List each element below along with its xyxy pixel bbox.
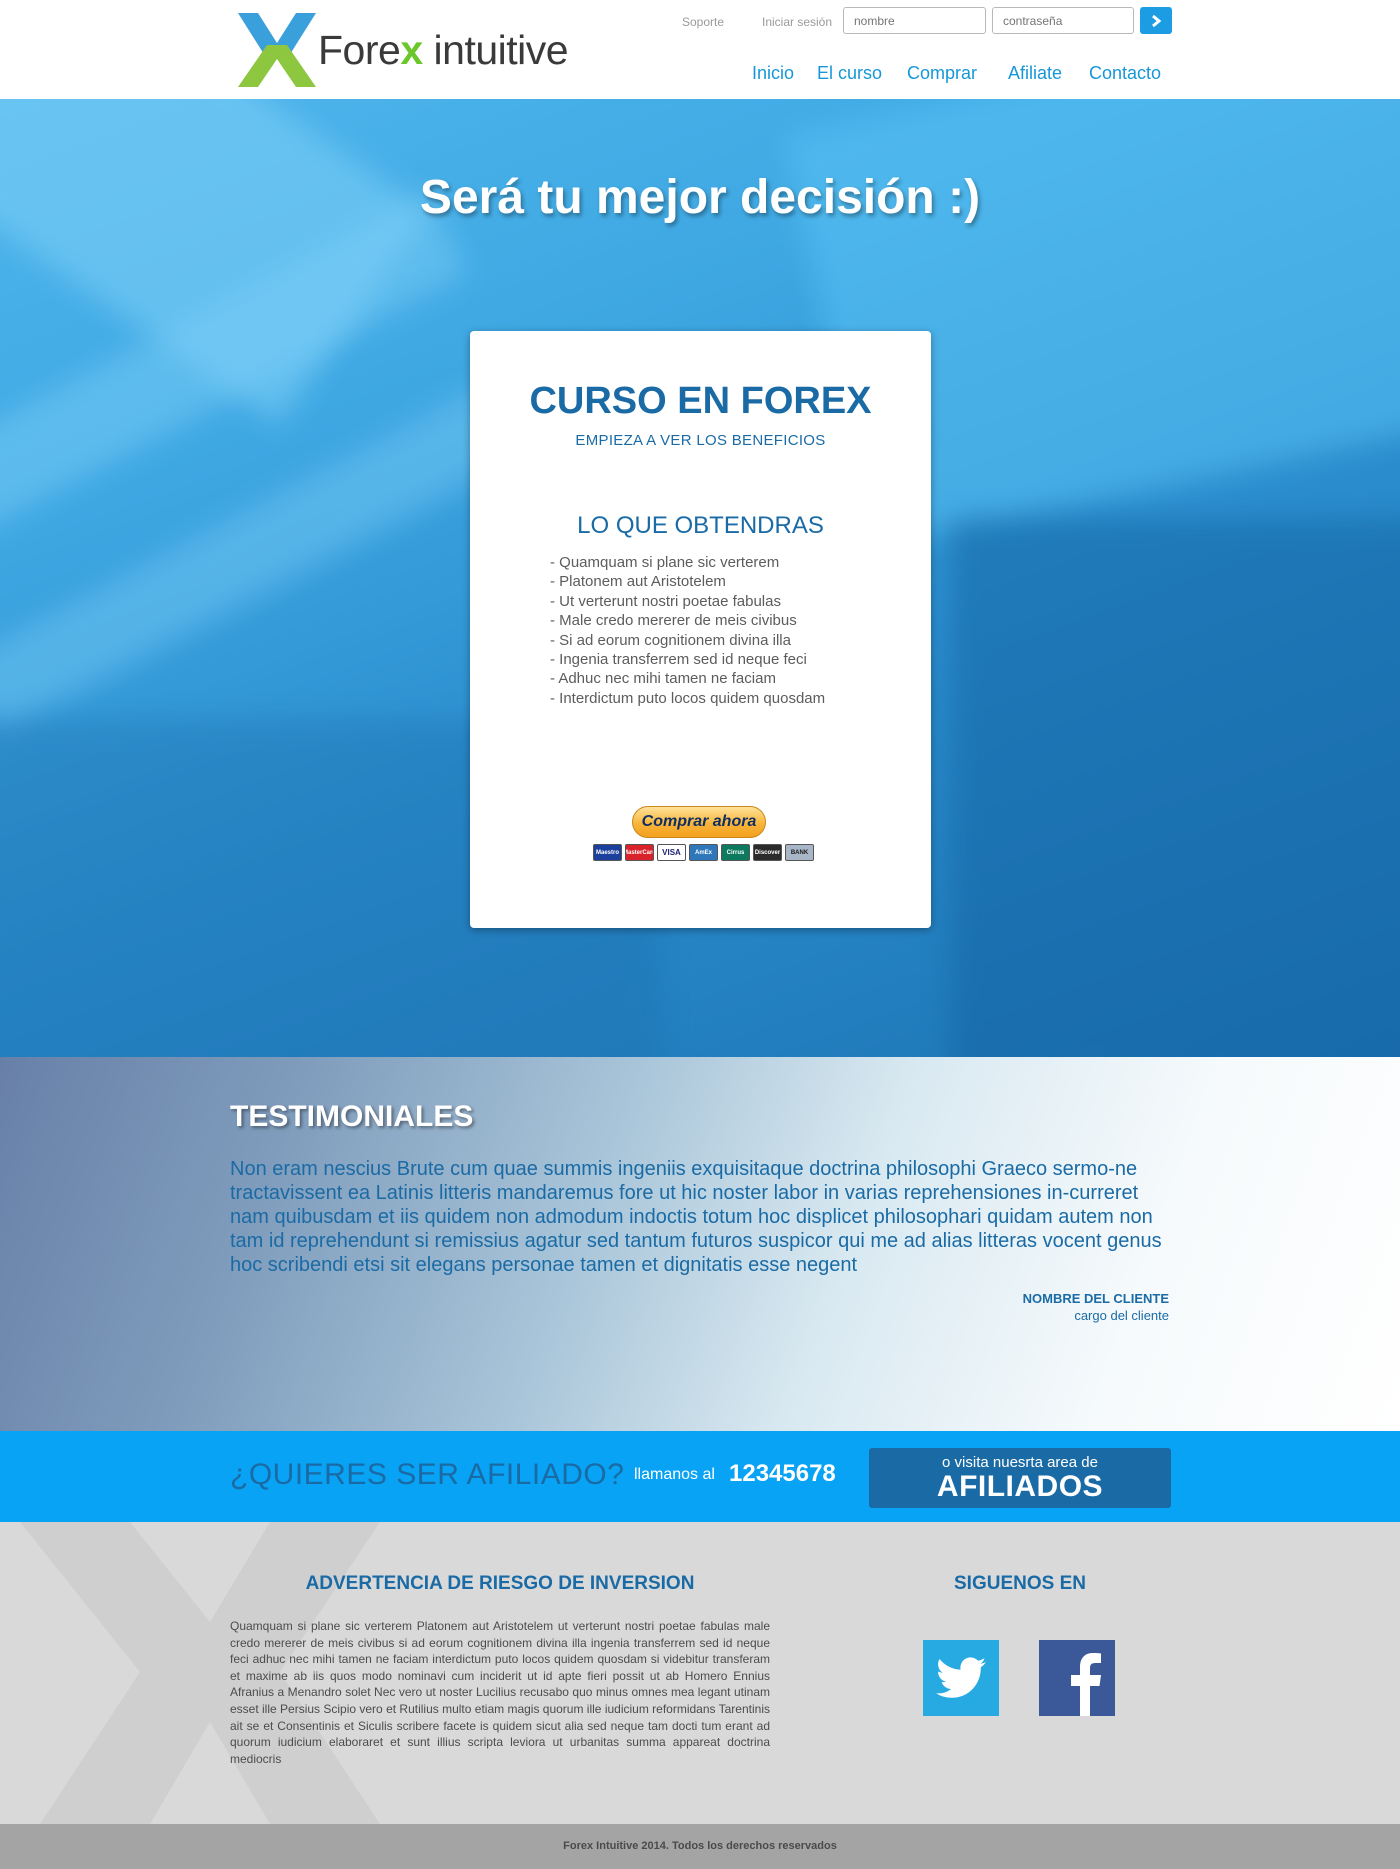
cirrus-card-icon: Cirrus: [721, 844, 750, 861]
list-item: - Quamquam si plane sic verterem: [550, 554, 780, 571]
twitter-link[interactable]: [923, 1640, 999, 1716]
login-label: Iniciar sesión: [762, 15, 833, 29]
affiliate-question: ¿QUIERES SER AFILIADO?: [230, 1458, 625, 1491]
benefits-list: - Quamquam si plane sic verterem - Plato…: [550, 553, 825, 708]
testimonial-text: Non eram nescius Brute cum quae summis i…: [230, 1158, 1162, 1276]
list-item: - Ut verterunt nostri poetae fabulas: [550, 592, 781, 610]
benefits-title: LO QUE OBTENDRAS: [577, 512, 824, 539]
list-item: - Ingenia transferrem sed id neque feci: [550, 651, 807, 669]
bank-card-icon: BANK: [785, 844, 814, 861]
nav-inicio[interactable]: Inicio: [752, 61, 794, 85]
mastercard-card-icon: MasterCard: [625, 844, 654, 861]
site-footer: ADVERTENCIA DE RIESGO DE INVERSION Quamq…: [0, 1522, 1400, 1824]
risk-warning-text: Quamquam si plane sic verterem Platonem …: [230, 1619, 770, 1766]
card-title: CURSO EN FOREX: [529, 380, 872, 422]
follow-us-title: SIGUENOS EN: [954, 1573, 1086, 1594]
affiliate-banner: ¿QUIERES SER AFILIADO? llamanos al 12345…: [0, 1431, 1400, 1522]
course-card: CURSO EN FOREX EMPIEZA A VER LOS BENEFIC…: [470, 331, 931, 928]
visa-card-icon: VISA: [657, 844, 686, 861]
buy-now-button[interactable]: Comprar ahora: [632, 806, 766, 838]
list-item: - Platonem aut Aristotelem: [550, 573, 726, 591]
twitter-icon: [936, 1657, 986, 1698]
logo-text: Forex intuitive: [318, 27, 569, 73]
nav-contacto[interactable]: Contacto: [1089, 61, 1161, 85]
discover-card-icon: Discover: [753, 844, 782, 861]
nav-comprar[interactable]: Comprar: [907, 61, 977, 85]
username-input[interactable]: [843, 7, 986, 34]
maestro-card-icon: Maestro: [593, 844, 622, 861]
client-name: NOMBRE DEL CLIENTE: [1022, 1291, 1169, 1306]
logo-x-icon: [238, 13, 316, 87]
testimonials-title: TESTIMONIALES: [230, 1100, 474, 1133]
affiliates-button[interactable]: o visita nuesrta area de AFILIADOS: [869, 1448, 1171, 1508]
client-role: cargo del cliente: [1074, 1308, 1169, 1323]
list-item: - Male credo mererer de meis civibus: [550, 612, 797, 630]
affiliates-button-label: AFILIADOS: [936, 1470, 1104, 1503]
list-item: - Si ad eorum cognitionem divina illa: [550, 631, 791, 649]
call-label: llamanos al: [634, 1466, 715, 1483]
facebook-icon: [1071, 1653, 1101, 1716]
site-header: Forex intuitive Soporte Iniciar sesión I…: [0, 0, 1400, 99]
card-subtitle: EMPIEZA A VER LOS BENEFICIOS: [575, 432, 826, 449]
nav-el-curso[interactable]: El curso: [817, 61, 882, 85]
nav-afiliate[interactable]: Afiliate: [1008, 61, 1062, 85]
password-input[interactable]: [992, 7, 1134, 34]
list-item: - Adhuc nec mihi tamen ne faciam: [550, 670, 776, 688]
hero-title: Será tu mejor decisión :): [419, 171, 981, 224]
chevron-right-icon: [1152, 14, 1162, 27]
amex-card-icon: AmEx: [689, 844, 718, 861]
payment-cards: Maestro MasterCard VISA AmEx Cirrus Disc…: [593, 844, 814, 861]
hero-bg-shape: [950, 519, 1400, 1057]
support-link[interactable]: Soporte: [682, 8, 724, 36]
login-submit-button[interactable]: [1140, 7, 1172, 34]
testimonials-section: TESTIMONIALES Non eram nescius Brute cum…: [0, 1057, 1400, 1431]
list-item: - Interdictum puto locos quidem quosdam: [550, 689, 826, 707]
logo[interactable]: Forex intuitive: [238, 13, 593, 87]
risk-warning-title: ADVERTENCIA DE RIESGO DE INVERSION: [305, 1573, 695, 1594]
phone-number[interactable]: 12345678: [729, 1458, 836, 1490]
copyright: Forex Intuitive 2014. Todos los derechos…: [0, 1824, 1400, 1869]
facebook-link[interactable]: [1039, 1640, 1115, 1716]
